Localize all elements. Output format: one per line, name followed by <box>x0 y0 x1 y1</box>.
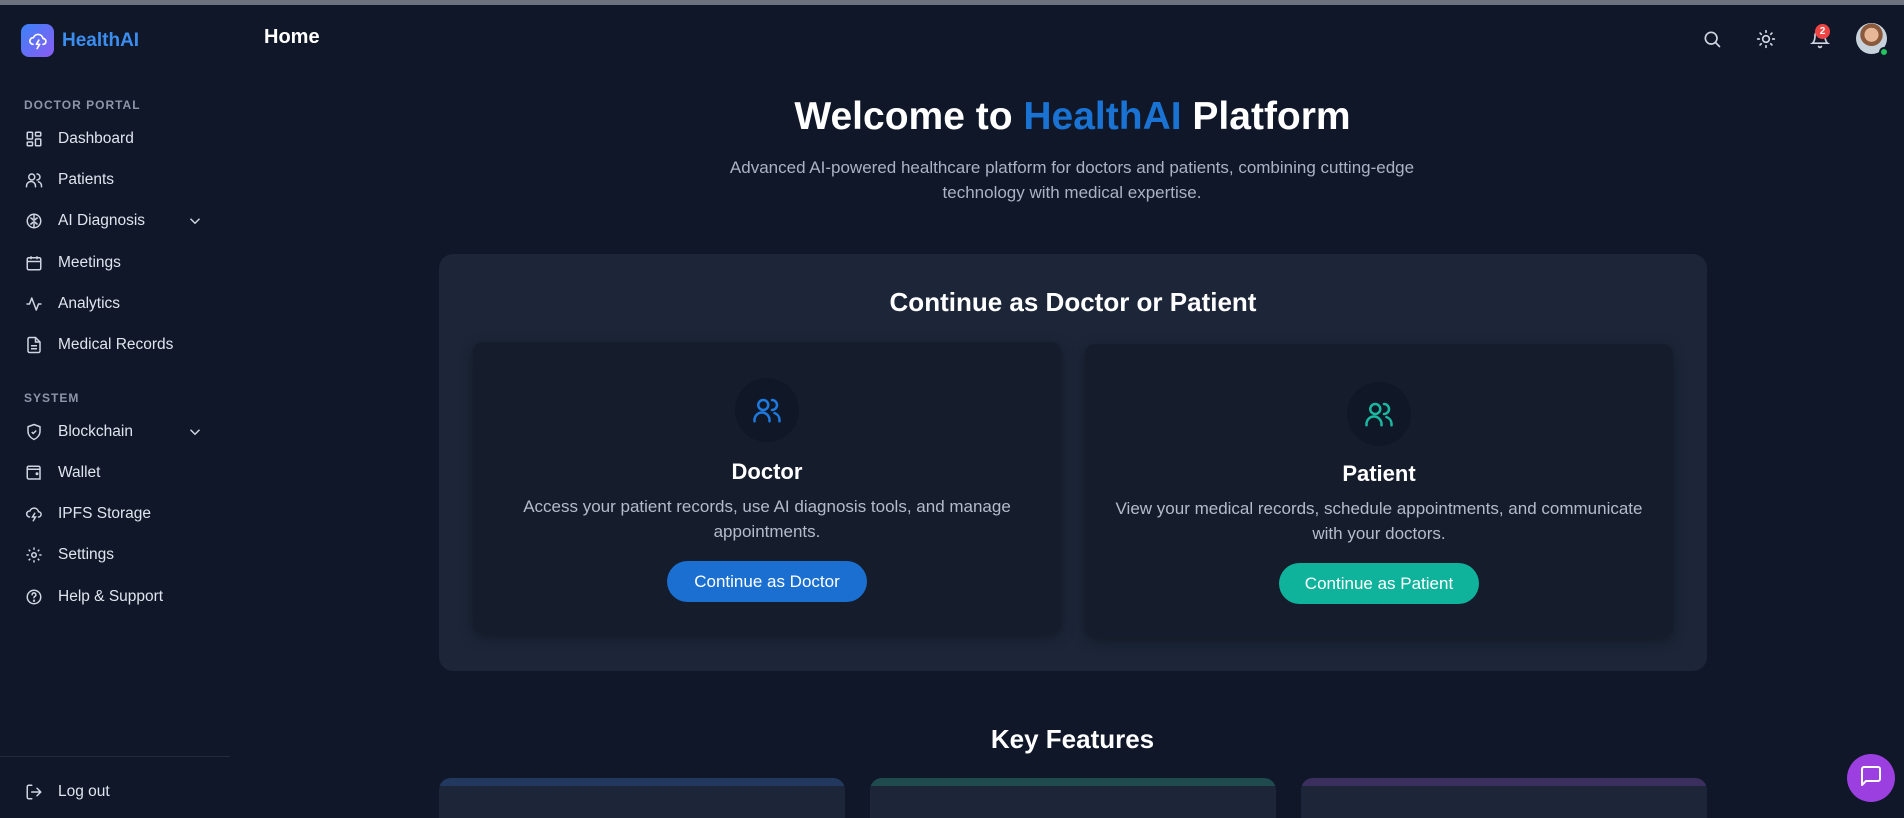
logout-icon <box>24 782 44 802</box>
hero-title: Welcome to HealthAI Platform <box>0 95 1904 139</box>
help-icon <box>24 587 44 607</box>
hero-subtitle: Advanced AI-powered healthcare platform … <box>729 158 1415 202</box>
feature-card-accent <box>439 778 845 786</box>
chat-button[interactable] <box>1847 754 1895 802</box>
sidebar-item-label: AI Diagnosis <box>58 212 146 229</box>
doctor-users-icon <box>735 378 799 442</box>
sidebar-item-blockchain[interactable]: Blockchain <box>12 415 212 449</box>
sidebar-item-ipfs-storage[interactable]: IPFS Storage <box>12 497 212 531</box>
doctor-card[interactable]: Doctor Access your patient records, use … <box>473 342 1061 633</box>
role-select-title: Continue as Doctor or Patient <box>889 287 1257 317</box>
sidebar-item-label: Patients <box>58 171 115 188</box>
gear-icon <box>24 545 44 565</box>
patient-card[interactable]: Patient View your medical records, sched… <box>1085 344 1673 637</box>
cloud-lightning-icon <box>21 24 54 57</box>
patient-description: View your medical records, schedule appo… <box>1115 499 1643 543</box>
notification-badge: 2 <box>1815 24 1830 39</box>
sidebar-item-medical-records[interactable]: Medical Records <box>12 328 212 362</box>
continue-as-patient-button[interactable]: Continue as Patient <box>1279 563 1479 604</box>
doctor-description: Access your patient records, use AI diag… <box>523 497 1011 541</box>
sidebar-item-meetings[interactable]: Meetings <box>12 246 212 280</box>
message-icon <box>1859 764 1883 793</box>
activity-icon <box>24 294 44 314</box>
hero-title-suffix: Platform <box>1181 95 1351 138</box>
logout-label: Log out <box>58 783 110 800</box>
online-status-indicator <box>1879 47 1889 57</box>
sidebar-item-help-support[interactable]: Help & Support <box>12 580 212 614</box>
sidebar-item-label: Settings <box>58 546 115 563</box>
patient-users-icon <box>1347 382 1411 446</box>
sidebar-item-patients[interactable]: Patients <box>12 163 212 197</box>
section-label-system: SYSTEM <box>24 391 80 405</box>
sidebar-item-ai-diagnosis[interactable]: AI Diagnosis <box>12 204 212 238</box>
continue-as-doctor-button[interactable]: Continue as Doctor <box>667 561 867 602</box>
feature-card-accent <box>1301 778 1707 786</box>
sidebar-item-label: Medical Records <box>58 336 174 353</box>
calendar-icon <box>24 253 44 273</box>
sidebar-item-settings[interactable]: Settings <box>12 538 212 572</box>
feature-card[interactable] <box>439 778 845 818</box>
feature-card-accent <box>870 778 1276 786</box>
sidebar-item-analytics[interactable]: Analytics <box>12 287 212 321</box>
chevron-down-icon[interactable] <box>186 423 204 441</box>
feature-card[interactable] <box>1301 778 1707 818</box>
search-icon[interactable] <box>1700 27 1724 51</box>
chevron-down-icon[interactable] <box>186 212 204 230</box>
sun-icon[interactable] <box>1754 27 1778 51</box>
sidebar-item-wallet[interactable]: Wallet <box>12 456 212 490</box>
role-select-panel: Continue as Doctor or Patient Doctor Acc… <box>439 254 1707 671</box>
doctor-title: Doctor <box>731 459 803 484</box>
users-icon <box>24 170 44 190</box>
sidebar-item-label: IPFS Storage <box>58 505 152 522</box>
hero-title-prefix: Welcome to <box>794 95 1024 138</box>
patient-title: Patient <box>1342 461 1416 486</box>
window-top-border <box>0 0 1904 5</box>
app-logo[interactable]: HealthAI <box>21 24 139 57</box>
brain-icon <box>24 211 44 231</box>
sidebar-item-label: Wallet <box>58 464 101 481</box>
cloud-icon <box>24 504 44 524</box>
file-icon <box>24 335 44 355</box>
sidebar-divider <box>0 756 230 757</box>
feature-card[interactable] <box>870 778 1276 818</box>
sidebar-item-label: Help & Support <box>58 588 164 605</box>
page-title: Home <box>264 26 320 48</box>
wallet-icon <box>24 463 44 483</box>
sidebar-item-label: Meetings <box>58 254 121 271</box>
features-title: Key Features <box>990 724 1155 754</box>
shield-icon <box>24 422 44 442</box>
sidebar-item-label: Analytics <box>58 295 121 312</box>
sidebar-item-label: Blockchain <box>58 423 133 440</box>
app-name: HealthAI <box>62 29 140 51</box>
hero-title-accent: HealthAI <box>1023 95 1182 138</box>
